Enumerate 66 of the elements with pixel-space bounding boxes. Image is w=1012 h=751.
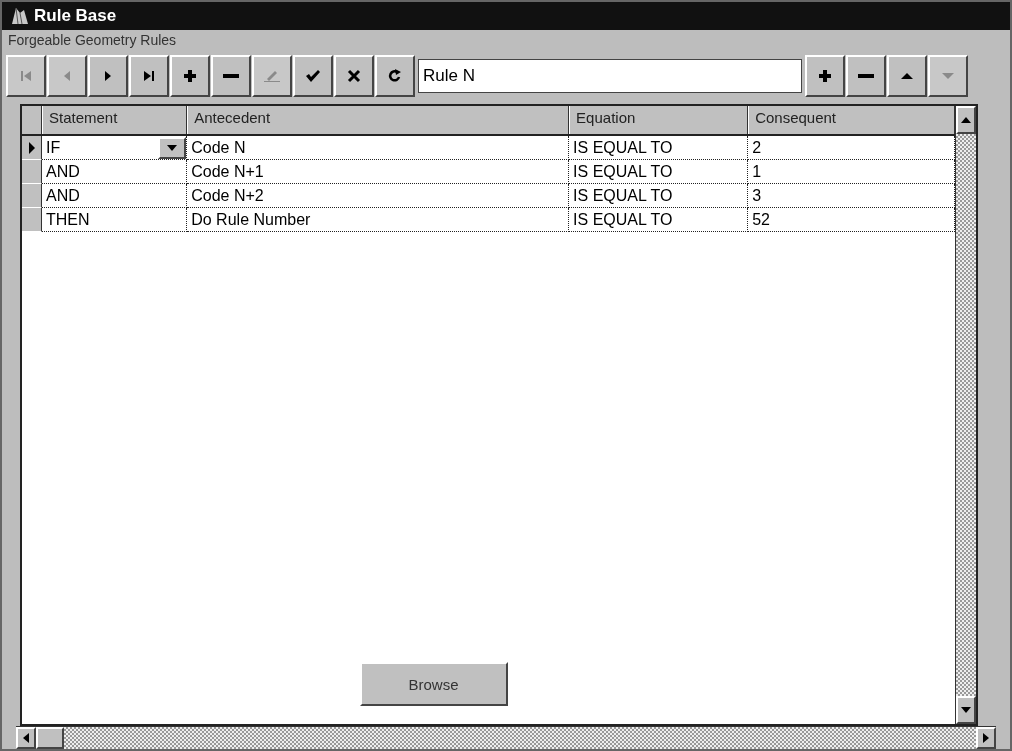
close-icon: [347, 69, 361, 83]
last-record-icon: [142, 69, 156, 83]
cell-text: Code N: [191, 138, 246, 157]
window-title: Rule Base: [34, 6, 117, 26]
navigator-button[interactable]: [88, 55, 128, 97]
up-arrow-icon: [900, 72, 914, 80]
scroll-left-button[interactable]: [16, 727, 36, 749]
cell-text: 2: [752, 138, 762, 157]
current-row-icon: [27, 140, 36, 155]
cell-text: AND: [46, 162, 80, 181]
refresh-icon: [388, 69, 402, 83]
scroll-right-button[interactable]: [976, 727, 996, 749]
scroll-thumb[interactable]: [36, 727, 64, 749]
navigator-button[interactable]: [375, 55, 415, 97]
left-arrow-icon: [23, 733, 29, 743]
row-indicator[interactable]: [22, 184, 42, 208]
rule-button[interactable]: [846, 55, 886, 97]
first-record-icon: [19, 69, 33, 83]
vertical-scrollbar[interactable]: [955, 106, 976, 724]
navigator-button[interactable]: [170, 55, 210, 97]
caret-icon: [167, 144, 178, 151]
cell-text: THEN: [46, 210, 90, 229]
cell-text: IS EQUAL TO: [573, 162, 673, 181]
cell-text: Code N+1: [191, 162, 264, 181]
plus-icon: [818, 69, 832, 83]
cell-text: 1: [752, 162, 762, 181]
prior-record-icon: [62, 69, 72, 83]
horizontal-scrollbar[interactable]: [16, 726, 996, 749]
minus-icon: [223, 73, 239, 79]
rule-button[interactable]: [887, 55, 927, 97]
rule-field[interactable]: Rule N: [418, 59, 802, 93]
rule-button[interactable]: [805, 55, 845, 97]
cell-text: IS EQUAL TO: [573, 186, 673, 205]
plus-icon: [183, 69, 197, 83]
browse-button[interactable]: Browse: [359, 662, 508, 706]
scroll-up-button[interactable]: [956, 106, 976, 134]
up-arrow-icon: [961, 117, 971, 123]
column-header[interactable]: Antecedent: [187, 106, 570, 134]
row-indicator[interactable]: [22, 160, 42, 184]
cell-text: IS EQUAL TO: [573, 210, 673, 229]
cell-text: Do Rule Number: [191, 210, 311, 229]
navigator-button[interactable]: [211, 55, 251, 97]
down-arrow-icon: [941, 72, 955, 80]
minus-icon: [858, 73, 874, 79]
navigator-button[interactable]: [334, 55, 374, 97]
scroll-down-button[interactable]: [956, 696, 976, 724]
column-header[interactable]: Equation: [569, 106, 749, 134]
column-header[interactable]: Statement: [42, 106, 188, 134]
checkmark-icon: [305, 69, 321, 83]
row-indicator[interactable]: [22, 208, 42, 232]
cell-text: AND: [46, 186, 80, 205]
cell-text: 52: [752, 210, 770, 229]
cell-text: Code N+2: [191, 186, 264, 205]
down-arrow-icon: [961, 707, 971, 713]
cell-text: IS EQUAL TO: [573, 138, 673, 157]
next-record-icon: [103, 69, 113, 83]
cell-text: IF: [46, 138, 61, 157]
dropdown-button[interactable]: [158, 136, 187, 159]
edit-icon: [264, 69, 280, 83]
cell-text: 3: [752, 186, 762, 205]
group-label: Forgeable Geometry Rules: [7, 32, 177, 48]
app-icon: [10, 7, 30, 25]
row-indicator[interactable]: [22, 136, 42, 160]
navigator-button[interactable]: [293, 55, 333, 97]
navigator-button[interactable]: [129, 55, 169, 97]
right-arrow-icon: [983, 733, 989, 743]
